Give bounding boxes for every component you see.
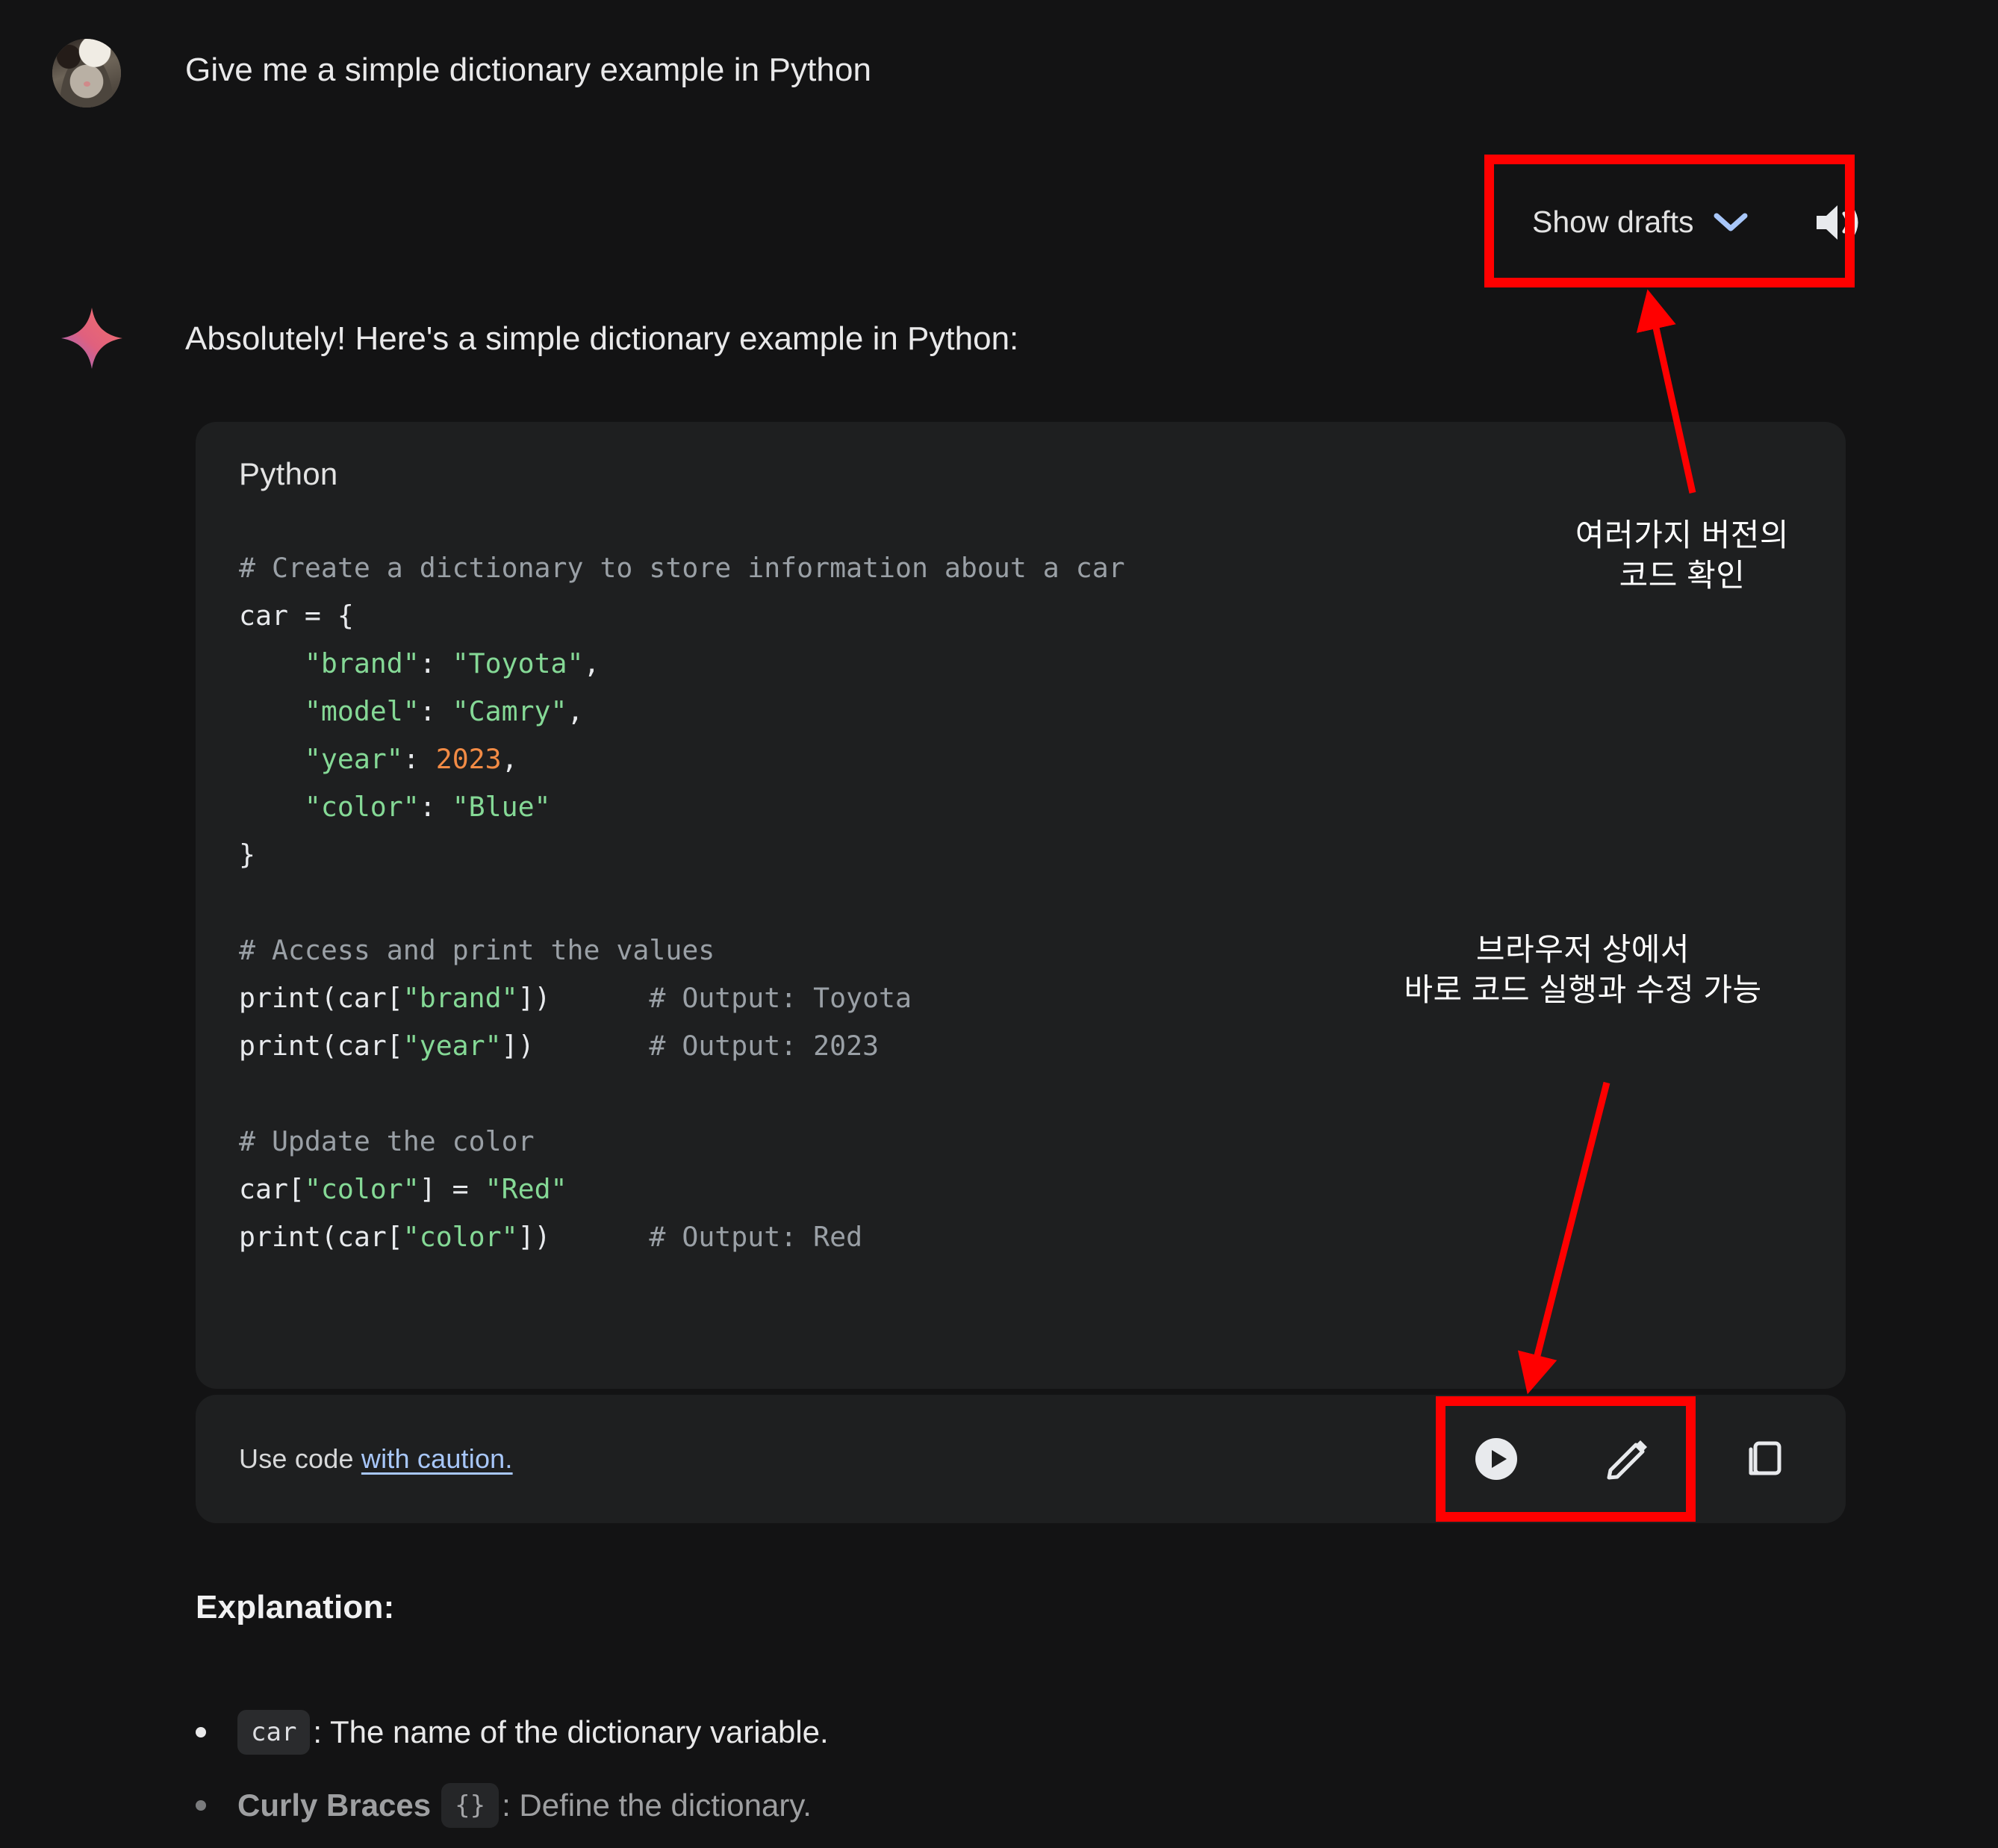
- caution-link[interactable]: with caution.: [361, 1443, 513, 1474]
- code-line: car["color"] = "Red": [239, 1166, 1802, 1213]
- code-action-buttons: [1451, 1414, 1808, 1504]
- code-token: ,: [501, 743, 518, 775]
- annotation-text-run-edit: 브라우저 상에서 바로 코드 실행과 수정 가능: [1404, 932, 1762, 1007]
- inline-code: car: [237, 1710, 311, 1755]
- code-token: :: [419, 647, 452, 679]
- copy-icon: [1749, 1441, 1781, 1475]
- code-token: car = {: [239, 600, 354, 632]
- code-token: ]): [517, 1221, 650, 1253]
- code-token: "year": [304, 743, 403, 775]
- code-line: "year": 2023,: [239, 735, 1802, 783]
- code-token: # Output: Red: [649, 1221, 863, 1253]
- user-prompt-text: Give me a simple dictionary example in P…: [185, 52, 872, 88]
- code-token: "Camry": [452, 695, 567, 727]
- code-token: "Toyota": [452, 647, 584, 679]
- code-line: # Update the color: [239, 1118, 1802, 1166]
- explanation-bullet-list: car: The name of the dictionary variable…: [196, 1710, 1846, 1848]
- chevron-down-icon: [1714, 213, 1747, 231]
- avatar: [52, 39, 121, 108]
- code-language-label: Python: [239, 456, 338, 491]
- code-line: }: [239, 831, 1802, 879]
- code-token: :: [419, 695, 452, 727]
- code-content[interactable]: # Create a dictionary to store informati…: [239, 544, 1802, 1261]
- gemini-sparkle-icon: [61, 308, 122, 369]
- play-circle-icon: [1475, 1438, 1517, 1480]
- show-drafts-label: Show drafts: [1532, 205, 1694, 239]
- explanation-heading: Explanation:: [196, 1589, 395, 1625]
- code-token: "Red": [485, 1173, 567, 1205]
- code-token: "year": [402, 1030, 502, 1062]
- code-token: "color": [304, 791, 420, 823]
- code-footer-bar: Use code with caution.: [196, 1395, 1846, 1523]
- list-item: Curly Braces{}: Define the dictionary.: [196, 1783, 1846, 1829]
- edit-code-button[interactable]: [1583, 1414, 1672, 1504]
- code-token: ]): [517, 982, 650, 1014]
- code-line: print(car["year"]) # Output: 2023: [239, 1022, 1802, 1070]
- code-token: 2023: [435, 743, 502, 775]
- assistant-answer-text: Absolutely! Here's a simple dictionary e…: [185, 320, 1019, 357]
- code-token: print(car[: [239, 1221, 403, 1253]
- code-token: # Update the color: [239, 1125, 535, 1157]
- code-token: "brand": [402, 982, 518, 1014]
- code-token: "model": [304, 695, 420, 727]
- code-token: ,: [583, 647, 600, 679]
- read-aloud-button[interactable]: [1814, 201, 1864, 244]
- code-token: :: [402, 743, 436, 775]
- bullet-bold-term: Curly Braces: [237, 1787, 432, 1823]
- annotation-text-show-drafts: 여러가지 버전의 코드 확인: [1575, 517, 1790, 593]
- code-line: "brand": "Toyota",: [239, 640, 1802, 688]
- run-code-button[interactable]: [1451, 1414, 1541, 1504]
- code-line: car = {: [239, 592, 1802, 640]
- code-token: ]): [501, 1030, 650, 1062]
- copy-code-button[interactable]: [1719, 1414, 1808, 1504]
- code-line: "color": "Blue": [239, 783, 1802, 831]
- user-message-row: Give me a simple dictionary example in P…: [52, 39, 871, 108]
- speaker-volume-icon: [1816, 205, 1858, 240]
- code-token: "color": [402, 1221, 518, 1253]
- code-line: print(car["color"]) # Output: Red: [239, 1213, 1802, 1261]
- code-token: print(car[: [239, 982, 403, 1014]
- drafts-control-row: Show drafts: [1531, 200, 1864, 244]
- bullet-text: : Define the dictionary.: [502, 1787, 812, 1823]
- code-token: :: [419, 791, 452, 823]
- show-drafts-button[interactable]: Show drafts: [1531, 200, 1749, 244]
- code-line: "model": "Camry",: [239, 688, 1802, 735]
- code-token: print(car[: [239, 1030, 403, 1062]
- code-token: car[: [239, 1173, 305, 1205]
- bullet-dot: [196, 1727, 206, 1738]
- code-token: }: [239, 839, 255, 871]
- list-item: car: The name of the dictionary variable…: [196, 1710, 1846, 1755]
- pencil-icon: [1607, 1440, 1647, 1480]
- use-code-with-caution: Use code with caution.: [239, 1443, 513, 1475]
- code-token: "Blue": [452, 791, 551, 823]
- bullet-text: : The name of the dictionary variable.: [313, 1714, 829, 1749]
- bullet-dot: [196, 1800, 206, 1811]
- inline-code: {}: [441, 1783, 500, 1829]
- cat-avatar-image: [52, 39, 121, 108]
- code-token: # Access and print the values: [239, 934, 715, 966]
- code-token: "color": [304, 1173, 420, 1205]
- caution-prefix: Use code: [239, 1443, 361, 1474]
- code-token: ,: [567, 695, 584, 727]
- code-token: # Output: Toyota: [649, 982, 912, 1014]
- code-token: ] =: [419, 1173, 485, 1205]
- assistant-message-row: Absolutely! Here's a simple dictionary e…: [60, 306, 1018, 370]
- code-token: "brand": [304, 647, 420, 679]
- code-token: # Create a dictionary to store informati…: [239, 552, 1125, 584]
- code-token: # Output: 2023: [649, 1030, 880, 1062]
